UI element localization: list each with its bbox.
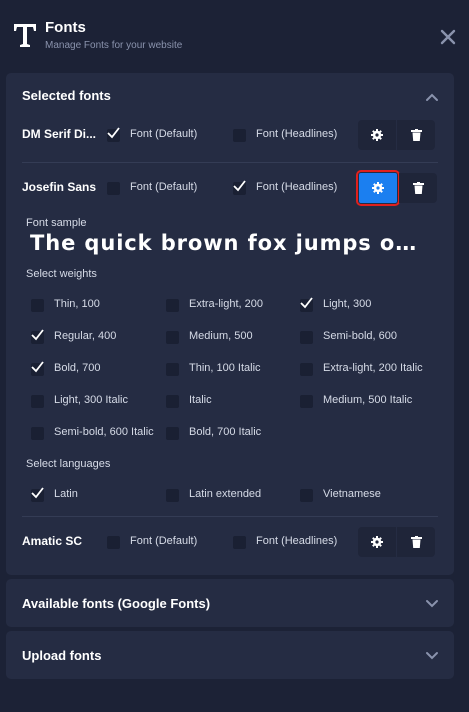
- font-delete-button[interactable]: [399, 173, 437, 203]
- weight-checkbox[interactable]: [31, 395, 44, 408]
- font-settings-button[interactable]: [356, 170, 400, 206]
- font-name: DM Serif Di...: [22, 127, 97, 141]
- weight-checkbox[interactable]: [166, 427, 179, 440]
- weight-checkbox[interactable]: [166, 395, 179, 408]
- selected-fonts-panel: Selected fonts DM Serif Di... Font (Defa…: [6, 73, 454, 575]
- upload-fonts-title[interactable]: Upload fonts: [22, 648, 101, 663]
- weight-checkbox[interactable]: [31, 299, 44, 312]
- headlines-font-checkbox[interactable]: [233, 536, 246, 549]
- header: Fonts Manage Fonts for your website: [0, 0, 469, 72]
- chevron-up-icon[interactable]: [425, 90, 439, 104]
- checkmark-icon: [107, 127, 120, 139]
- language-label: Latin extended: [189, 488, 262, 500]
- weight-checkbox[interactable]: [31, 361, 44, 376]
- chevron-down-icon[interactable]: [425, 648, 439, 662]
- weight-checkbox[interactable]: [300, 363, 313, 376]
- checkmark-icon: [31, 361, 44, 373]
- panel-title: Fonts: [45, 19, 86, 36]
- weight-checkbox[interactable]: [300, 331, 313, 344]
- default-font-label: Font (Default): [130, 181, 198, 193]
- weight-label: Semi-bold, 600: [323, 330, 397, 342]
- gear-icon: [372, 182, 384, 194]
- chevron-down-icon[interactable]: [425, 596, 439, 610]
- font-name: Amatic SC: [22, 534, 83, 548]
- language-checkbox[interactable]: [166, 489, 179, 502]
- divider: [22, 162, 438, 163]
- available-fonts-title[interactable]: Available fonts (Google Fonts): [22, 596, 210, 611]
- weight-label: Bold, 700 Italic: [189, 426, 262, 438]
- trash-icon: [410, 536, 422, 548]
- language-checkbox[interactable]: [31, 487, 44, 502]
- language-checkbox[interactable]: [300, 489, 313, 502]
- default-font-label: Font (Default): [130, 535, 198, 547]
- weight-label: Thin, 100: [54, 298, 100, 310]
- upload-fonts-panel[interactable]: Upload fonts: [6, 631, 454, 679]
- font-delete-button[interactable]: [397, 120, 435, 150]
- language-label: Vietnamese: [323, 488, 381, 500]
- checkmark-icon: [233, 180, 246, 192]
- default-font-checkbox[interactable]: [107, 182, 120, 195]
- gear-icon: [371, 536, 383, 548]
- weight-checkbox[interactable]: [31, 427, 44, 440]
- weight-checkbox[interactable]: [166, 363, 179, 376]
- weight-label: Italic: [189, 394, 212, 406]
- checkmark-icon: [31, 487, 44, 499]
- weight-checkbox[interactable]: [166, 299, 179, 312]
- weight-label: Medium, 500 Italic: [323, 394, 413, 406]
- headlines-font-checkbox[interactable]: [233, 180, 246, 195]
- weight-checkbox[interactable]: [166, 331, 179, 344]
- weights-label: Select weights: [26, 268, 97, 280]
- font-delete-button[interactable]: [397, 527, 435, 557]
- languages-label: Select languages: [26, 458, 111, 470]
- selected-fonts-title[interactable]: Selected fonts: [22, 88, 111, 103]
- headlines-font-label: Font (Headlines): [256, 181, 338, 193]
- default-font-label: Font (Default): [130, 128, 198, 140]
- weight-label: Extra-light, 200 Italic: [323, 362, 423, 374]
- checkmark-icon: [31, 329, 44, 341]
- default-font-checkbox[interactable]: [107, 536, 120, 549]
- headlines-font-label: Font (Headlines): [256, 535, 338, 547]
- weight-checkbox[interactable]: [31, 329, 44, 344]
- trash-icon: [412, 182, 424, 194]
- font-row-dm-serif: DM Serif Di... Font (Default) Font (Head…: [6, 115, 454, 155]
- default-font-checkbox[interactable]: [107, 127, 120, 142]
- language-label: Latin: [54, 488, 78, 500]
- font-name: Josefin Sans: [22, 180, 97, 194]
- weight-label: Medium, 500: [189, 330, 253, 342]
- trash-icon: [410, 129, 422, 141]
- weight-checkbox[interactable]: [300, 297, 313, 312]
- available-fonts-panel[interactable]: Available fonts (Google Fonts): [6, 579, 454, 627]
- weight-label: Thin, 100 Italic: [189, 362, 261, 374]
- font-row-amatic-sc: Amatic SC Font (Default) Font (Headlines…: [6, 522, 454, 562]
- divider: [22, 516, 438, 517]
- weight-label: Bold, 700: [54, 362, 101, 374]
- headlines-font-checkbox[interactable]: [233, 129, 246, 142]
- weight-label: Extra-light, 200: [189, 298, 263, 310]
- font-sample-text: The quick brown fox jumps over the...: [30, 231, 430, 255]
- font-settings-button[interactable]: [358, 527, 396, 557]
- font-settings-button[interactable]: [358, 120, 396, 150]
- weight-label: Light, 300 Italic: [54, 394, 128, 406]
- close-icon[interactable]: [438, 27, 458, 47]
- checkmark-icon: [300, 297, 313, 309]
- weight-label: Light, 300: [323, 298, 372, 310]
- weight-label: Regular, 400: [54, 330, 117, 342]
- font-sample-label: Font sample: [26, 217, 87, 229]
- font-row-josefin-sans: Josefin Sans Font (Default) Font (Headli…: [6, 168, 454, 208]
- weight-label: Semi-bold, 600 Italic: [54, 426, 154, 438]
- headlines-font-label: Font (Headlines): [256, 128, 338, 140]
- weight-checkbox[interactable]: [300, 395, 313, 408]
- letter-t-icon: [14, 24, 36, 47]
- panel-subtitle: Manage Fonts for your website: [45, 40, 183, 51]
- gear-icon: [371, 129, 383, 141]
